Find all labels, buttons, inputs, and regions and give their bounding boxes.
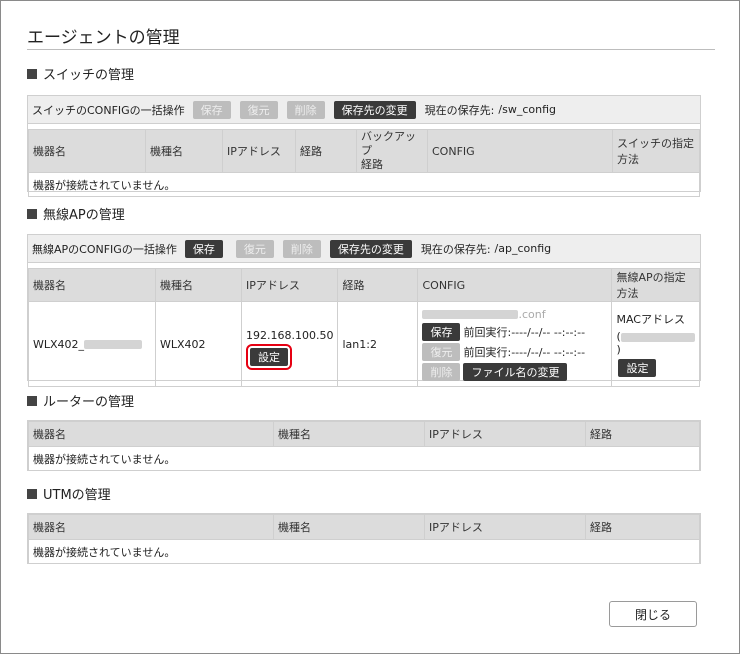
col-route: 経路 (295, 129, 357, 173)
router-empty-message: 機器が接続されていません。 (28, 446, 700, 471)
ap-spec-cell: MACアドレス () 設定 (611, 301, 700, 387)
ap-spec-label: MACアドレス (616, 313, 685, 326)
ap-spec-setting-button[interactable]: 設定 (618, 359, 657, 377)
switch-save-button[interactable]: 保存 (192, 100, 231, 119)
ap-delete-button[interactable]: 削除 (282, 239, 321, 258)
redacted-mask (620, 332, 695, 342)
col-route: 経路 (585, 421, 700, 447)
ap-config-save-button[interactable]: 保存 (422, 323, 461, 341)
square-bullet-icon (27, 395, 37, 406)
ap-section-heading: 無線APの管理 (27, 204, 125, 223)
router-table: 機器名 機種名 IPアドレス 経路 機器が接続されていません。 (28, 421, 700, 471)
dialog-frame: エージェントの管理 スイッチの管理 スイッチのCONFIGの一括操作 保存 復元… (0, 0, 740, 654)
ap-config-suffix: .conf (518, 307, 546, 321)
ap-route-cell: lan1:2 (337, 301, 419, 387)
col-device-name: 機器名 (28, 514, 274, 540)
ap-config-last-exec-2: 前回実行:----/--/-- --:--:-- (463, 346, 586, 359)
ap-config-delete-button[interactable]: 削除 (422, 363, 461, 381)
redacted-mask (84, 340, 143, 349)
ap-dest-label: 現在の保存先: (420, 242, 491, 256)
switch-change-dest-button[interactable]: 保存先の変更 (333, 100, 416, 119)
col-model: 機種名 (273, 514, 425, 540)
switch-restore-button[interactable]: 復元 (239, 100, 278, 119)
ap-device-name-cell: WLX402_ (28, 301, 156, 387)
ap-dest-value: /ap_config (494, 242, 552, 255)
ap-heading-label: 無線APの管理 (43, 208, 125, 223)
ap-device-name: WLX402_ (33, 337, 85, 351)
ap-model-cell: WLX402 (155, 301, 242, 387)
ap-config-rename-button[interactable]: ファイル名の変更 (463, 363, 568, 381)
square-bullet-icon (27, 208, 37, 219)
ap-table: 機器名 機種名 IPアドレス 経路 CONFIG 無線APの指定方法 WLX40… (28, 268, 700, 387)
col-config: CONFIG (427, 129, 613, 173)
table-row: WLX402_ WLX402 192.168.100.50 設定 lan1:2 … (28, 301, 700, 387)
ap-ip-cell: 192.168.100.50 設定 (240, 301, 339, 387)
utm-section-heading: UTMの管理 (27, 484, 111, 503)
col-model: 機種名 (145, 129, 223, 173)
ap-save-button[interactable]: 保存 (184, 239, 223, 258)
col-device-name: 機器名 (28, 129, 146, 173)
utm-table: 機器名 機種名 IPアドレス 経路 機器が接続されていません。 (28, 514, 700, 564)
col-device-name: 機器名 (28, 421, 274, 447)
utm-heading-label: UTMの管理 (43, 488, 111, 503)
col-route: 経路 (585, 514, 700, 540)
ap-config-filename: .conf (422, 306, 607, 322)
switch-table: 機器名 機種名 IPアドレス 経路 バックアップ 経路 CONFIG スイッチの… (28, 129, 700, 197)
ap-panel: 無線APのCONFIGの一括操作 保存 復元 削除 保存先の変更 現在の保存先:… (27, 234, 701, 387)
router-panel: 機器名 機種名 IPアドレス 経路 機器が接続されていません。 (27, 420, 701, 471)
ap-config-cell: .conf 保存 前回実行:----/--/-- --:--:-- 復元 前回実… (417, 301, 613, 387)
ap-bulk-label: 無線APのCONFIGの一括操作 (32, 242, 177, 256)
col-backup-line2: 経路 (361, 158, 383, 171)
col-ap-spec: 無線APの指定方法 (611, 268, 700, 302)
redacted-mask (422, 309, 519, 319)
ap-change-dest-button[interactable]: 保存先の変更 (329, 239, 412, 258)
col-ip: IPアドレス (424, 421, 586, 447)
ap-ip-value: 192.168.100.50 (246, 328, 334, 342)
col-model: 機種名 (155, 268, 242, 302)
switch-bulk-bar: スイッチのCONFIGの一括操作 保存 復元 削除 保存先の変更 現在の保存先:… (28, 96, 700, 124)
switch-dest-value: /sw_config (498, 103, 556, 116)
switch-empty-message: 機器が接続されていません。 (28, 172, 700, 197)
square-bullet-icon (27, 488, 37, 499)
utm-panel: 機器名 機種名 IPアドレス 経路 機器が接続されていません。 (27, 513, 701, 564)
switch-dest-label: 現在の保存先: (424, 103, 495, 117)
switch-heading-label: スイッチの管理 (43, 68, 135, 83)
router-section-heading: ルーターの管理 (27, 391, 134, 410)
col-backup-route: バックアップ 経路 (356, 129, 428, 173)
switch-section-heading: スイッチの管理 (27, 64, 134, 83)
col-switch-spec: スイッチの指定方法 (612, 129, 700, 173)
page-title: エージェントの管理 (27, 28, 180, 48)
utm-empty-message: 機器が接続されていません。 (28, 539, 700, 564)
router-heading-label: ルーターの管理 (43, 395, 135, 410)
col-backup-line1: バックアップ (361, 130, 416, 157)
title-divider (27, 49, 715, 50)
col-ip: IPアドレス (240, 268, 339, 302)
ap-bulk-bar: 無線APのCONFIGの一括操作 保存 復元 削除 保存先の変更 現在の保存先:… (28, 235, 700, 263)
close-button[interactable]: 閉じる (609, 601, 697, 627)
switch-bulk-label: スイッチのCONFIGの一括操作 (32, 103, 185, 117)
ap-config-restore-button[interactable]: 復元 (422, 343, 461, 361)
col-ip: IPアドレス (424, 514, 586, 540)
col-model: 機種名 (273, 421, 425, 447)
ap-restore-button[interactable]: 復元 (235, 239, 274, 258)
switch-delete-button[interactable]: 削除 (286, 100, 325, 119)
ap-config-last-exec-1: 前回実行:----/--/-- --:--:-- (463, 326, 586, 339)
square-bullet-icon (27, 68, 37, 79)
col-device-name: 機器名 (28, 268, 156, 302)
switch-panel: スイッチのCONFIGの一括操作 保存 復元 削除 保存先の変更 現在の保存先:… (27, 95, 701, 197)
col-ip: IPアドレス (222, 129, 296, 173)
col-route: 経路 (337, 268, 419, 302)
ap-ip-setting-button[interactable]: 設定 (246, 343, 292, 370)
ap-spec-mac: () (616, 330, 695, 356)
col-config: CONFIG (417, 268, 613, 302)
